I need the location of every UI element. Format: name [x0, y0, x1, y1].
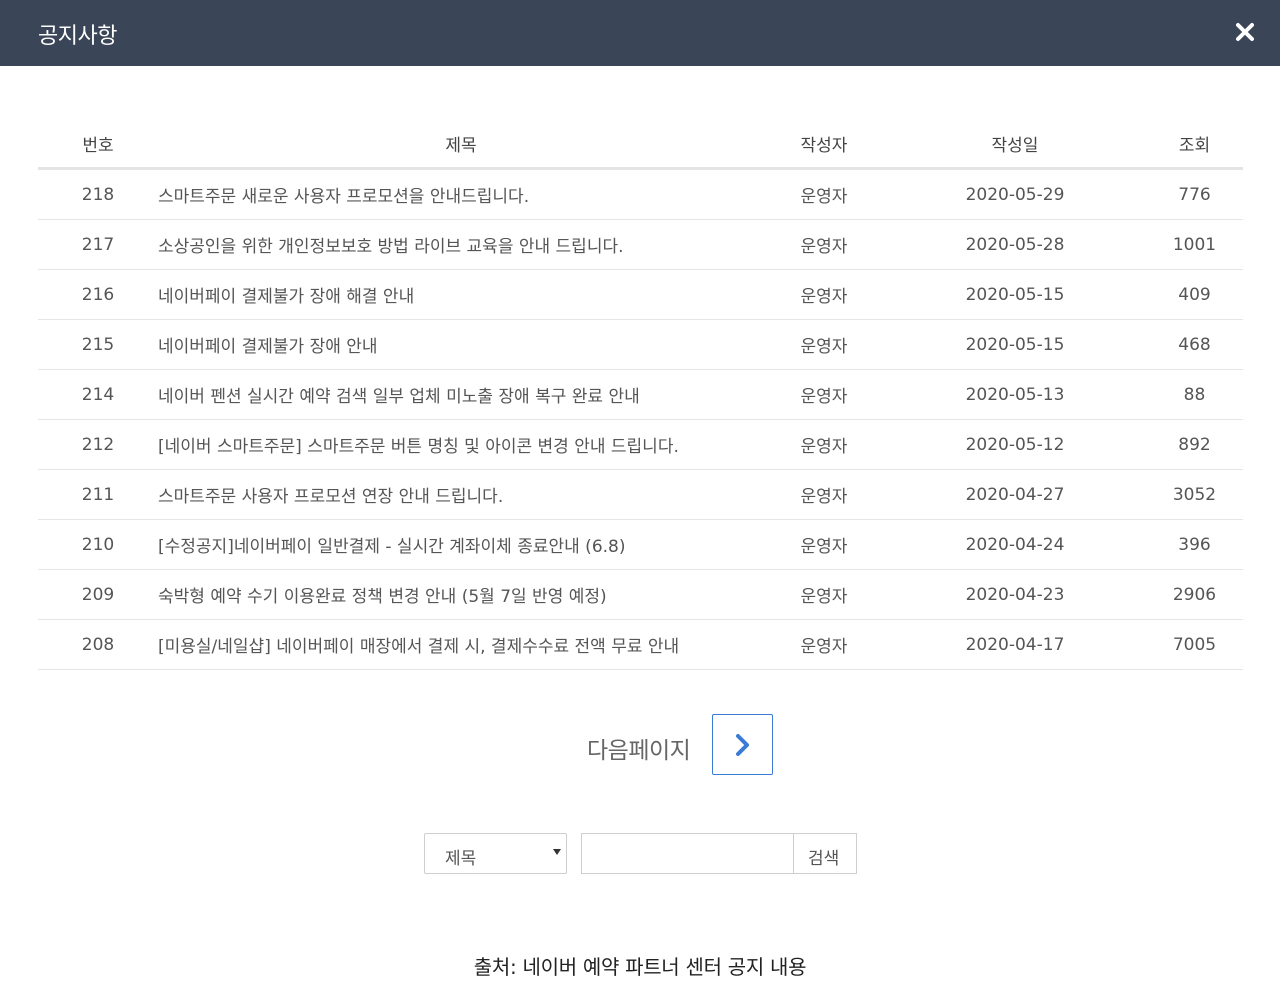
table-row[interactable]: 212 [네이버 스마트주문] 스마트주문 버튼 명칭 및 아이콘 변경 안내 … [38, 419, 1243, 470]
row-views: 1001 [1146, 219, 1243, 270]
search-field-value: 제목 [445, 849, 477, 869]
modal-header: 공지사항 [0, 0, 1280, 66]
row-no: 215 [38, 319, 158, 370]
table-header-row: 번호 제목 작성자 작성일 조회 [38, 119, 1243, 170]
row-date: 2020-04-23 [884, 569, 1146, 620]
header-no: 번호 [38, 119, 158, 170]
table-row[interactable]: 209 숙박형 예약 수기 이용완료 정책 변경 안내 (5월 7일 반영 예정… [38, 569, 1243, 620]
row-no: 217 [38, 219, 158, 270]
next-page-label: 다음페이지 [587, 738, 691, 764]
row-date: 2020-04-17 [884, 619, 1146, 670]
row-no: 216 [38, 269, 158, 320]
row-date: 2020-05-29 [884, 168, 1146, 220]
row-title-link[interactable]: 스마트주문 새로운 사용자 프로모션을 안내드립니다. [158, 168, 764, 220]
notice-table: 번호 제목 작성자 작성일 조회 218 스마트주문 새로운 사용자 프로모션을… [38, 119, 1243, 670]
row-views: 892 [1146, 419, 1243, 470]
close-icon [1236, 23, 1254, 41]
table-row[interactable]: 216 네이버페이 결제불가 장애 해결 안내 운영자 2020-05-15 4… [38, 269, 1243, 320]
row-title-link[interactable]: 네이버페이 결제불가 장애 안내 [158, 319, 764, 370]
table-row[interactable]: 208 [미용실/네일샵] 네이버페이 매장에서 결제 시, 결제수수료 전액 … [38, 619, 1243, 670]
notice-modal: 공지사항 번호 제목 작성자 작성일 조회 218 스마트주문 새로운 사용자 … [0, 0, 1280, 932]
row-author: 운영자 [764, 168, 884, 220]
row-no: 210 [38, 519, 158, 570]
row-author: 운영자 [764, 419, 884, 470]
table-row[interactable]: 214 네이버 펜션 실시간 예약 검색 일부 업체 미노출 장애 복구 완료 … [38, 369, 1243, 420]
row-views: 776 [1146, 168, 1243, 220]
row-author: 운영자 [764, 269, 884, 320]
header-date: 작성일 [884, 119, 1146, 170]
row-no: 218 [38, 168, 158, 220]
row-no: 209 [38, 569, 158, 620]
row-title-link[interactable]: [네이버 스마트주문] 스마트주문 버튼 명칭 및 아이콘 변경 안내 드립니다… [158, 419, 764, 470]
table-row[interactable]: 211 스마트주문 사용자 프로모션 연장 안내 드립니다. 운영자 2020-… [38, 469, 1243, 520]
row-title-link[interactable]: [미용실/네일샵] 네이버페이 매장에서 결제 시, 결제수수료 전액 무료 안… [158, 619, 764, 670]
header-views: 조회 [1146, 119, 1243, 170]
row-author: 운영자 [764, 569, 884, 620]
table-row[interactable]: 218 스마트주문 새로운 사용자 프로모션을 안내드립니다. 운영자 2020… [38, 168, 1243, 220]
row-date: 2020-05-12 [884, 419, 1146, 470]
row-title-link[interactable]: 스마트주문 사용자 프로모션 연장 안내 드립니다. [158, 469, 764, 520]
row-author: 운영자 [764, 519, 884, 570]
row-author: 운영자 [764, 469, 884, 520]
search-button[interactable]: 검색 [793, 833, 857, 874]
search-field-select[interactable]: 제목 [424, 833, 567, 874]
row-views: 7005 [1146, 619, 1243, 670]
table-row[interactable]: 210 [수정공지]네이버페이 일반결제 - 실시간 계좌이체 종료안내 (6.… [38, 519, 1243, 570]
row-views: 88 [1146, 369, 1243, 420]
row-title-link[interactable]: 소상공인을 위한 개인정보보호 방법 라이브 교육을 안내 드립니다. [158, 219, 764, 270]
modal-title: 공지사항 [38, 24, 117, 49]
row-date: 2020-05-15 [884, 319, 1146, 370]
row-no: 212 [38, 419, 158, 470]
row-date: 2020-05-15 [884, 269, 1146, 320]
close-button[interactable] [1230, 17, 1260, 47]
row-views: 2906 [1146, 569, 1243, 620]
row-title-link[interactable]: [수정공지]네이버페이 일반결제 - 실시간 계좌이체 종료안내 (6.8) [158, 519, 764, 570]
row-author: 운영자 [764, 219, 884, 270]
row-date: 2020-05-28 [884, 219, 1146, 270]
row-no: 211 [38, 469, 158, 520]
row-author: 운영자 [764, 369, 884, 420]
table-row[interactable]: 217 소상공인을 위한 개인정보보호 방법 라이브 교육을 안내 드립니다. … [38, 219, 1243, 270]
row-title-link[interactable]: 네이버 펜션 실시간 예약 검색 일부 업체 미노출 장애 복구 완료 안내 [158, 369, 764, 420]
caret-down-icon [553, 849, 561, 855]
row-date: 2020-04-27 [884, 469, 1146, 520]
source-caption: 출처: 네이버 예약 파트너 센터 공지 내용 [473, 955, 807, 979]
row-no: 208 [38, 619, 158, 670]
row-date: 2020-05-13 [884, 369, 1146, 420]
search-input[interactable] [581, 833, 793, 874]
row-author: 운영자 [764, 319, 884, 370]
row-date: 2020-04-24 [884, 519, 1146, 570]
row-views: 468 [1146, 319, 1243, 370]
row-title-link[interactable]: 숙박형 예약 수기 이용완료 정책 변경 안내 (5월 7일 반영 예정) [158, 569, 764, 620]
row-views: 409 [1146, 269, 1243, 320]
next-page-button[interactable] [712, 714, 773, 775]
row-author: 운영자 [764, 619, 884, 670]
header-author: 작성자 [764, 119, 884, 170]
row-views: 396 [1146, 519, 1243, 570]
chevron-right-icon [736, 734, 749, 756]
row-no: 214 [38, 369, 158, 420]
table-row[interactable]: 215 네이버페이 결제불가 장애 안내 운영자 2020-05-15 468 [38, 319, 1243, 370]
header-title: 제목 [158, 119, 764, 170]
row-views: 3052 [1146, 469, 1243, 520]
search-button-label: 검색 [808, 849, 840, 869]
row-title-link[interactable]: 네이버페이 결제불가 장애 해결 안내 [158, 269, 764, 320]
